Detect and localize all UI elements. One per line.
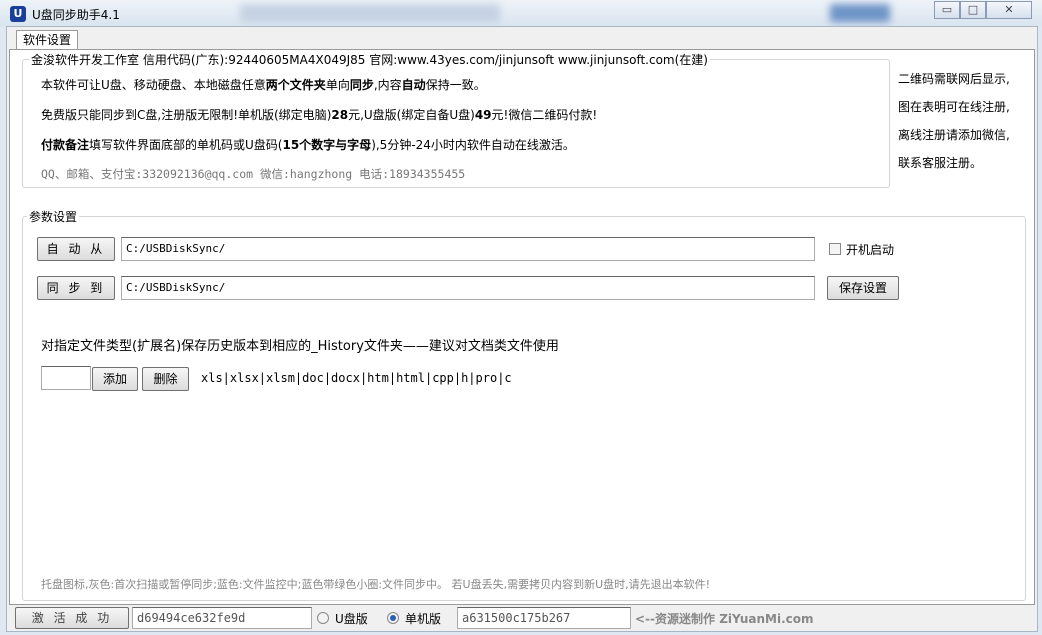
params-legend: 参数设置 bbox=[27, 208, 80, 225]
main-window: 软件设置 金浚软件开发工作室 信用代码(广东):92440605MA4X049J… bbox=[6, 26, 1038, 632]
activate-button[interactable]: 激 活 成 功 bbox=[15, 607, 129, 629]
side-note-line: 二维码需联网后显示, bbox=[898, 72, 1010, 86]
info-text-segment: 两个文件夹 bbox=[265, 78, 326, 92]
info-text-segment: 同步 bbox=[349, 78, 374, 92]
side-note-line: 联系客服注册。 bbox=[898, 156, 983, 170]
close-button[interactable]: ✕ bbox=[986, 1, 1032, 19]
info-text-segment: 填写软件界面底部的单机码或U盘码( bbox=[89, 138, 283, 152]
info-text-segment: 本软件可让U盘、移动硬盘、本地磁盘任意 bbox=[41, 78, 266, 92]
app-icon: U bbox=[10, 6, 26, 22]
extension-input[interactable] bbox=[41, 366, 91, 390]
minimize-button[interactable]: ▭ bbox=[934, 1, 960, 19]
autostart-label: 开机启动 bbox=[846, 243, 895, 257]
info-text-segment: 付款备注 bbox=[41, 138, 90, 152]
save-settings-button[interactable]: 保存设置 bbox=[827, 276, 899, 300]
credit-text: <--资源迷制作 ZiYuanMi.com bbox=[635, 612, 814, 626]
info-text-segment: 49 bbox=[474, 108, 492, 122]
udisk-code-field[interactable]: a631500c175b267 bbox=[457, 607, 631, 629]
machine-code-field[interactable]: d69494ce632fe9d bbox=[132, 607, 312, 629]
single-version-radio[interactable] bbox=[387, 612, 399, 624]
sync-from-button[interactable]: 自 动 从 bbox=[37, 237, 115, 261]
info-text-segment: 免费版只能同步到C盘,注册版无限制!单机版(绑定电脑) bbox=[41, 108, 332, 122]
info-text-segment: 15个数字与字母 bbox=[282, 138, 372, 152]
window-title: U盘同步助手4.1 bbox=[32, 8, 120, 22]
side-note-line: 图在表明可在线注册, bbox=[898, 100, 1010, 114]
info-line-3: 付款备注填写软件界面底部的单机码或U盘码(15个数字与字母),5分钟-24小时内… bbox=[41, 136, 575, 153]
info-legend: 金浚软件开发工作室 信用代码(广东):92440605MA4X049J85 官网… bbox=[29, 51, 710, 68]
source-path-input[interactable]: C:/USBDiskSync/ bbox=[121, 237, 815, 261]
tray-icon-hint: 托盘图标,灰色:首次扫描或暂停同步;蓝色:文件监控中;蓝色带绿色小圈:文件同步中… bbox=[41, 578, 711, 591]
udisk-version-radio[interactable] bbox=[317, 612, 329, 624]
delete-extension-button[interactable]: 删除 bbox=[142, 367, 189, 391]
udisk-version-label: U盘版 bbox=[335, 612, 368, 626]
sync-to-button[interactable]: 同 步 到 bbox=[37, 276, 115, 300]
settings-panel: 金浚软件开发工作室 信用代码(广东):92440605MA4X049J85 官网… bbox=[9, 49, 1035, 605]
side-note-line: 离线注册请添加微信, bbox=[898, 128, 1010, 142]
title-bar: U U盘同步助手4.1 ▭ □ ✕ bbox=[0, 0, 1042, 26]
tab-software-settings[interactable]: 软件设置 bbox=[16, 30, 78, 50]
info-text-segment: 元,U盘版(绑定自备U盘) bbox=[348, 108, 475, 122]
info-text-segment: 自动 bbox=[401, 78, 426, 92]
background-blur bbox=[830, 4, 890, 22]
params-group: 参数设置 自 动 从 C:/USBDiskSync/ 开机启动 同 步 到 C:… bbox=[22, 208, 1026, 601]
info-text-segment: ,内容 bbox=[373, 78, 402, 92]
info-text-segment: 元!微信二维码付款! bbox=[491, 108, 598, 122]
background-blur bbox=[240, 4, 500, 22]
info-text-segment: 保持一致。 bbox=[425, 78, 486, 92]
target-path-input[interactable]: C:/USBDiskSync/ bbox=[121, 276, 815, 300]
history-description: 对指定文件类型(扩展名)保存历史版本到相应的_History文件夹——建议对文档… bbox=[41, 339, 559, 354]
extension-list: xls|xlsx|xlsm|doc|docx|htm|html|cpp|h|pr… bbox=[201, 371, 512, 385]
info-line-2: 免费版只能同步到C盘,注册版无限制!单机版(绑定电脑)28元,U盘版(绑定自备U… bbox=[41, 106, 597, 123]
info-text-segment: ),5分钟-24小时内软件自动在线激活。 bbox=[371, 138, 575, 152]
info-text-segment: 28 bbox=[331, 108, 349, 122]
info-line-1: 本软件可让U盘、移动硬盘、本地磁盘任意两个文件夹单向同步,内容自动保持一致。 bbox=[41, 76, 486, 93]
info-group: 金浚软件开发工作室 信用代码(广东):92440605MA4X049J85 官网… bbox=[22, 51, 890, 188]
contact-info: QQ、邮箱、支付宝:332092136@qq.com 微信:hangzhong … bbox=[41, 167, 466, 181]
info-text-segment: 单向 bbox=[325, 78, 350, 92]
maximize-button[interactable]: □ bbox=[960, 1, 986, 19]
single-version-label: 单机版 bbox=[405, 612, 442, 626]
autostart-checkbox[interactable] bbox=[829, 243, 841, 255]
add-extension-button[interactable]: 添加 bbox=[92, 367, 138, 391]
